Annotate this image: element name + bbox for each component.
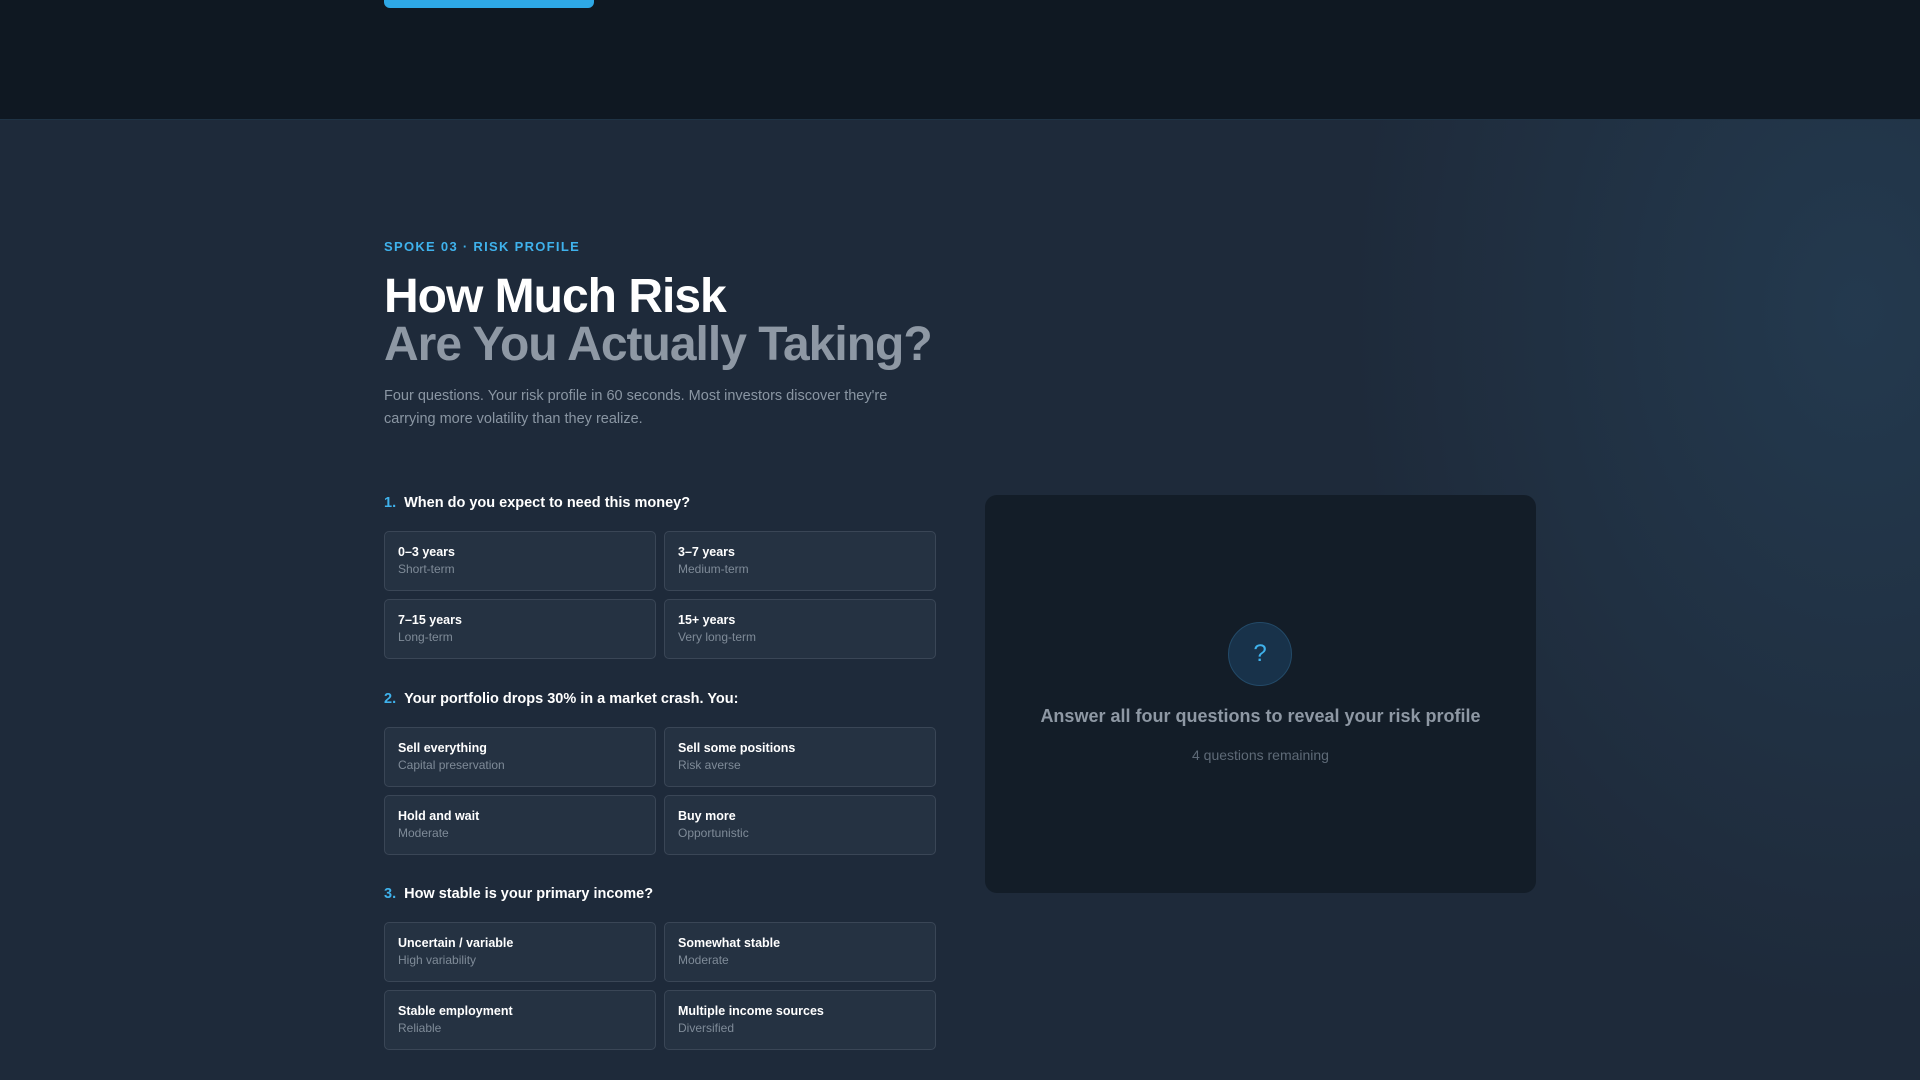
- options-grid: Uncertain / variable High variability So…: [384, 922, 936, 1050]
- option-sell-some-positions[interactable]: Sell some positions Risk averse: [664, 727, 936, 787]
- question-text: Your portfolio drops 30% in a market cra…: [404, 691, 739, 707]
- option-label: Somewhat stable: [678, 936, 781, 950]
- options-grid: Sell everything Capital preservation Sel…: [384, 727, 936, 855]
- option-label: Buy more: [678, 809, 736, 823]
- option-15-plus-years[interactable]: 15+ years Very long-term: [664, 599, 936, 659]
- option-sublabel: Medium-term: [678, 562, 749, 576]
- question-3: 3. How stable is your primary income? Un…: [384, 884, 936, 1050]
- option-buy-more[interactable]: Buy more Opportunistic: [664, 795, 936, 855]
- question-text: How stable is your primary income?: [404, 886, 654, 902]
- option-label: Uncertain / variable: [398, 936, 514, 950]
- option-label: 7–15 years: [398, 613, 462, 627]
- option-sublabel: High variability: [398, 953, 477, 967]
- option-sublabel: Long-term: [398, 630, 453, 644]
- question-number: 3.: [384, 886, 397, 902]
- option-label: Multiple income sources: [678, 1004, 824, 1018]
- option-sell-everything[interactable]: Sell everything Capital preservation: [384, 727, 656, 787]
- option-label: Stable employment: [398, 1004, 513, 1018]
- option-sublabel: Reliable: [398, 1021, 442, 1035]
- option-multiple-income-sources[interactable]: Multiple income sources Diversified: [664, 990, 936, 1050]
- option-stable-employment[interactable]: Stable employment Reliable: [384, 990, 656, 1050]
- option-sublabel: Very long-term: [678, 630, 757, 644]
- question-number: 2.: [384, 691, 397, 707]
- question-title: 2. Your portfolio drops 30% in a market …: [384, 689, 936, 709]
- option-label: 15+ years: [678, 613, 736, 627]
- option-sublabel: Moderate: [398, 826, 449, 840]
- option-label: 3–7 years: [678, 545, 736, 559]
- option-label: Sell some positions: [678, 741, 796, 755]
- eyebrow-label: SPOKE 03 · RISK PROFILE: [384, 239, 581, 254]
- question-2: 2. Your portfolio drops 30% in a market …: [384, 689, 936, 855]
- intro-text: Four questions. Your risk profile in 60 …: [384, 388, 888, 427]
- option-label: 0–3 years: [398, 545, 456, 559]
- option-uncertain-variable[interactable]: Uncertain / variable High variability: [384, 922, 656, 982]
- page-title-line1: How Much Risk: [384, 270, 727, 323]
- option-sublabel: Risk averse: [678, 758, 741, 772]
- option-sublabel: Diversified: [678, 1021, 735, 1035]
- option-label: Sell everything: [398, 741, 487, 755]
- option-sublabel: Capital preservation: [398, 758, 505, 772]
- result-title: Answer all four questions to reveal your…: [1040, 706, 1481, 726]
- options-grid: 0–3 years Short-term 3–7 years Medium-te…: [384, 531, 936, 659]
- question-1: 1. When do you expect to need this money…: [384, 493, 936, 659]
- option-hold-and-wait[interactable]: Hold and wait Moderate: [384, 795, 656, 855]
- question-text: When do you expect to need this money?: [404, 495, 691, 511]
- question-mark-icon: ?: [1228, 622, 1292, 686]
- option-somewhat-stable[interactable]: Somewhat stable Moderate: [664, 922, 936, 982]
- risk-profile-section: SPOKE 03 · RISK PROFILE How Much Risk Ar…: [384, 0, 1536, 1080]
- option-sublabel: Moderate: [678, 953, 729, 967]
- option-3-7-years[interactable]: 3–7 years Medium-term: [664, 531, 936, 591]
- option-sublabel: Opportunistic: [678, 826, 749, 840]
- option-sublabel: Short-term: [398, 562, 455, 576]
- result-card: ? Answer all four questions to reveal yo…: [985, 495, 1536, 893]
- question-number: 1.: [384, 495, 397, 511]
- option-label: Hold and wait: [398, 809, 480, 823]
- option-7-15-years[interactable]: 7–15 years Long-term: [384, 599, 656, 659]
- question-title: 3. How stable is your primary income?: [384, 884, 936, 904]
- question-title: 1. When do you expect to need this money…: [384, 493, 936, 513]
- option-0-3-years[interactable]: 0–3 years Short-term: [384, 531, 656, 591]
- page-title-line2: Are You Actually Taking?: [384, 318, 933, 371]
- questions-remaining: 4 questions remaining: [1192, 747, 1329, 763]
